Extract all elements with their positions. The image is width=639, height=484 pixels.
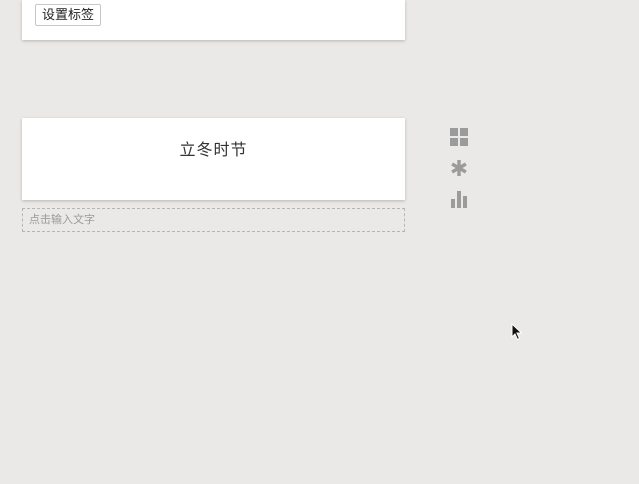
side-toolbar	[448, 127, 470, 220]
text-input-field[interactable]: 点击输入文字	[22, 208, 405, 232]
grid-icon[interactable]	[448, 127, 470, 147]
card-title: 立冬时节	[179, 140, 248, 159]
top-card: 设置标签	[22, 0, 405, 40]
bar-chart-icon[interactable]	[448, 189, 470, 209]
asterisk-icon[interactable]	[448, 158, 470, 178]
content-card[interactable]: 立冬时节	[22, 118, 405, 200]
set-tag-button[interactable]: 设置标签	[35, 4, 102, 26]
mouse-pointer-icon	[511, 322, 523, 345]
page: 设置标签 立冬时节 点击输入文字	[0, 0, 639, 484]
